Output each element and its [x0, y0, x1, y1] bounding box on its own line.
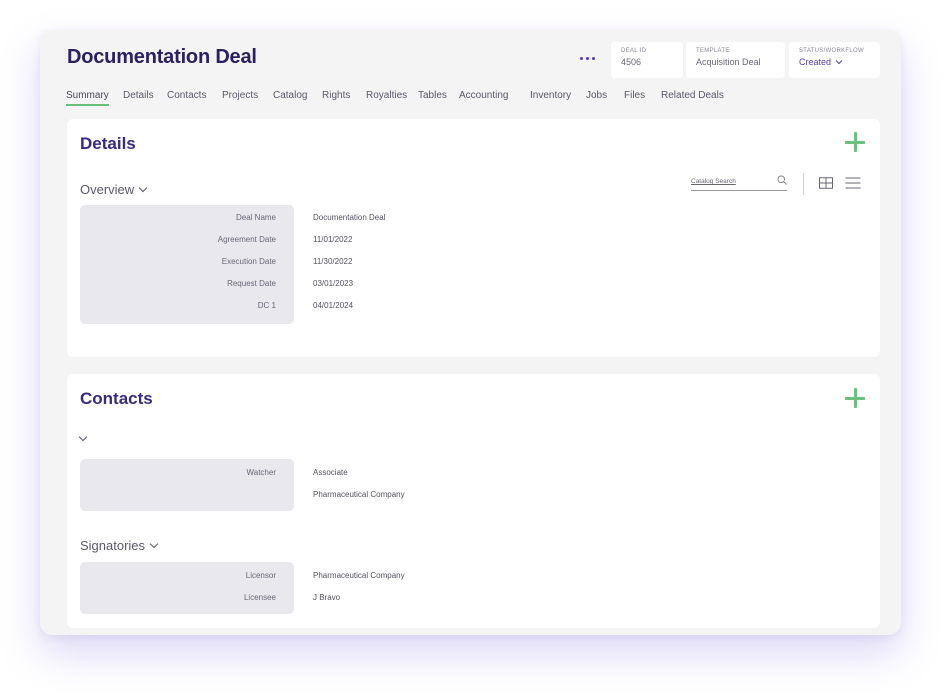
chevron-down-icon	[78, 432, 88, 442]
detail-row: DC 1 04/01/2024	[80, 301, 580, 313]
contacts-group-toggle[interactable]	[78, 432, 88, 442]
tab-contacts[interactable]: Contacts	[167, 90, 206, 104]
tab-summary[interactable]: Summary	[66, 90, 109, 106]
list-view-icon[interactable]	[845, 177, 861, 189]
tab-catalog[interactable]: Catalog	[273, 90, 307, 104]
status-dropdown[interactable]: STATUS/WORKFLOW Created	[789, 42, 880, 78]
chevron-down-icon	[149, 539, 159, 548]
overview-toggle[interactable]: Overview	[80, 182, 148, 197]
contacts-card: Contacts Watcher Associate Pharmaceutica…	[67, 374, 880, 628]
chevron-down-icon	[138, 183, 148, 192]
detail-row: Request Date 03/01/2023	[80, 279, 580, 291]
template-label: TEMPLATE	[696, 48, 730, 54]
tab-details[interactable]: Details	[123, 90, 154, 104]
contacts-title: Contacts	[80, 389, 153, 408]
detail-row: Deal Name Documentation Deal	[80, 213, 580, 225]
tab-royalties[interactable]: Royalties	[366, 90, 407, 104]
signatory-row: Licensee J Bravo	[80, 593, 580, 605]
status-label: STATUS/WORKFLOW	[799, 48, 864, 54]
add-details-button[interactable]	[844, 131, 866, 153]
toolbar-divider	[803, 173, 804, 195]
detail-label: DC 1	[257, 301, 276, 310]
add-contact-button[interactable]	[844, 387, 866, 409]
detail-value: 03/01/2023	[313, 279, 354, 288]
signatory-role: Licensor	[245, 571, 276, 580]
page-title: Documentation Deal	[67, 46, 257, 68]
signatories-label-panel	[80, 562, 294, 614]
more-options-button[interactable]	[574, 48, 600, 68]
tab-jobs[interactable]: Jobs	[586, 90, 607, 104]
deal-id-label: DEAL ID	[621, 48, 647, 54]
detail-label: Execution Date	[221, 257, 276, 266]
detail-label: Request Date	[227, 279, 276, 288]
more-icon	[579, 56, 583, 60]
template-value: Acquisition Deal	[696, 57, 761, 67]
tab-related-deals[interactable]: Related Deals	[661, 90, 724, 104]
detail-value: 04/01/2024	[313, 301, 354, 310]
overview-label: Overview	[80, 182, 135, 197]
search-icon[interactable]	[777, 175, 787, 185]
signatory-row: Licensor Pharmaceutical Company	[80, 571, 580, 583]
signatory-value: Pharmaceutical Company	[313, 571, 405, 580]
signatories-toggle[interactable]: Signatories	[80, 538, 159, 553]
tab-tables[interactable]: Tables	[418, 90, 447, 104]
contact-row: Watcher Associate	[80, 468, 580, 480]
deal-id-box: DEAL ID 4506	[611, 42, 683, 78]
signatory-value: J Bravo	[313, 593, 341, 602]
detail-row: Execution Date 11/30/2022	[80, 257, 580, 269]
catalog-search-input[interactable]	[691, 178, 771, 185]
deal-window: Documentation Deal DEAL ID 4506 TEMPLATE…	[40, 30, 901, 635]
status-value: Created	[799, 57, 832, 67]
tab-projects[interactable]: Projects	[222, 90, 258, 104]
contact-value: Associate	[313, 468, 348, 477]
tab-rights[interactable]: Rights	[322, 90, 350, 104]
template-box: TEMPLATE Acquisition Deal	[686, 42, 785, 78]
contact-value: Pharmaceutical Company	[313, 490, 405, 499]
detail-value: Documentation Deal	[313, 213, 386, 222]
deal-id-value: 4506	[621, 57, 642, 67]
signatories-label: Signatories	[80, 538, 146, 553]
contact-role: Watcher	[246, 468, 277, 477]
signatory-role: Licensee	[243, 593, 276, 602]
contacts-label-panel	[80, 459, 294, 511]
more-icon-dot	[591, 56, 595, 60]
tab-accounting[interactable]: Accounting	[459, 90, 508, 104]
detail-label: Agreement Date	[217, 235, 276, 244]
detail-value: 11/01/2022	[313, 235, 353, 244]
tab-inventory[interactable]: Inventory	[530, 90, 571, 104]
tab-files[interactable]: Files	[624, 90, 645, 104]
details-title: Details	[80, 134, 136, 153]
status-value-wrap: Created	[799, 57, 870, 67]
chevron-down-icon	[835, 60, 843, 65]
contact-row: Pharmaceutical Company	[80, 490, 580, 502]
detail-label: Deal Name	[235, 213, 276, 222]
detail-value: 11/30/2022	[313, 257, 353, 266]
catalog-search	[691, 175, 787, 191]
details-card: Details Overview Deal Name Documentation…	[67, 119, 880, 357]
detail-row: Agreement Date 11/01/2022	[80, 235, 580, 247]
grid-view-icon[interactable]	[818, 177, 834, 189]
more-icon-dot	[585, 56, 589, 60]
